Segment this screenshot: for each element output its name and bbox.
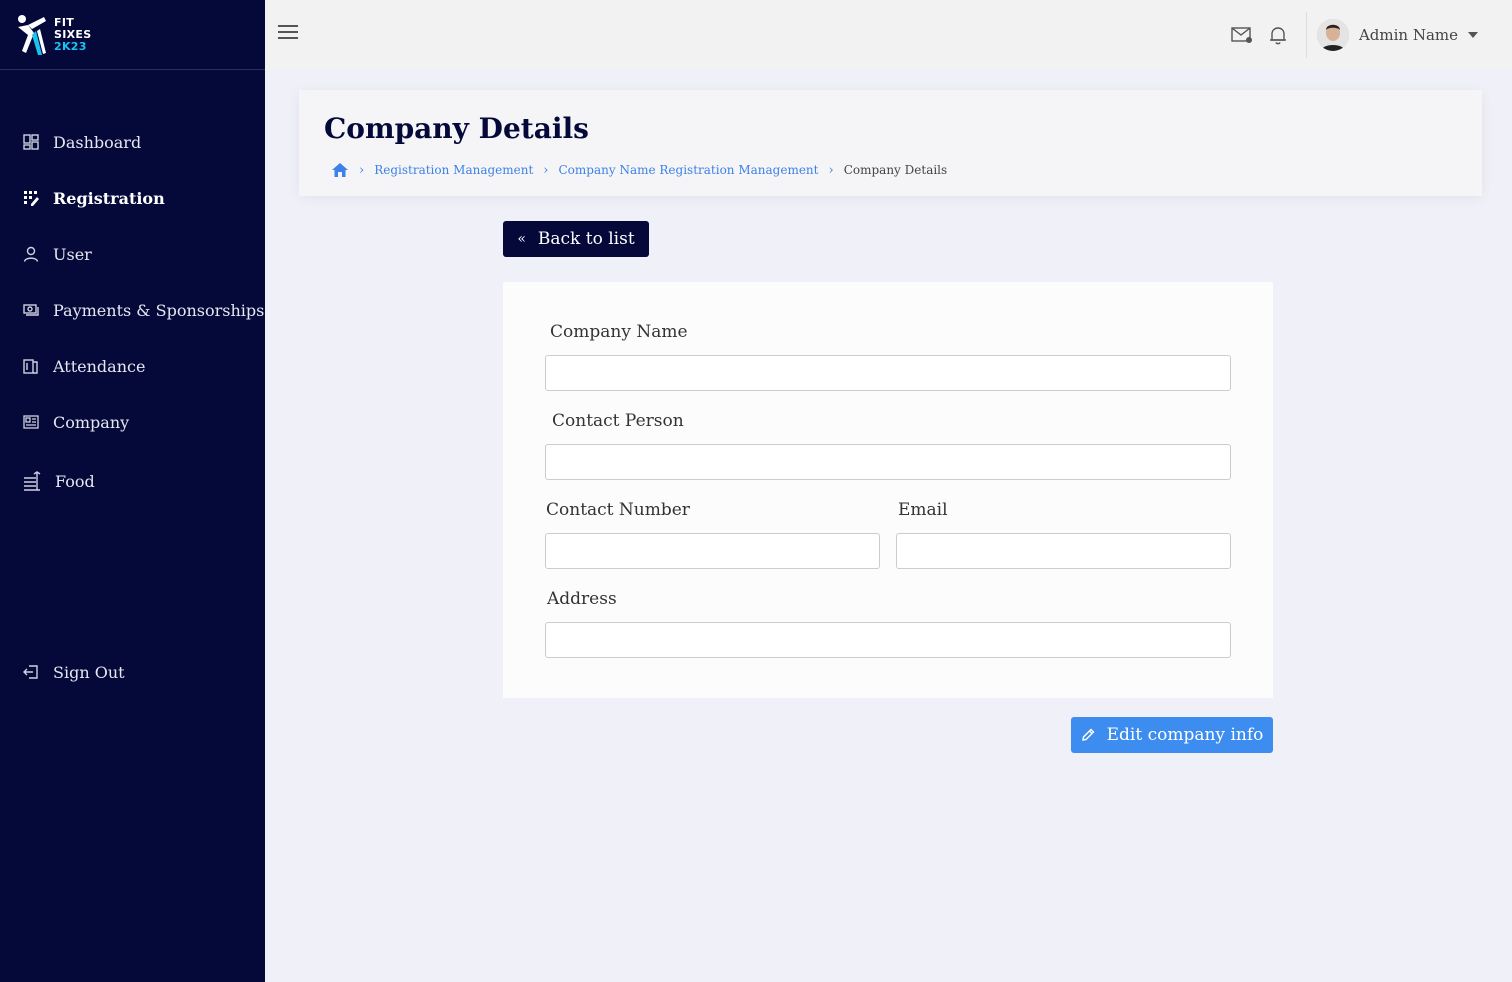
menu-toggle-icon[interactable] — [278, 25, 298, 41]
user-name[interactable]: Admin Name — [1359, 26, 1458, 44]
user-icon — [22, 245, 40, 263]
contact-number-label: Contact Number — [546, 500, 690, 520]
company-details-form: Company Name Contact Person Contact Numb… — [503, 282, 1273, 698]
sign-out-label: Sign Out — [53, 662, 125, 682]
page-title: Company Details — [324, 112, 589, 145]
top-bar-actions: Admin Name — [1230, 0, 1512, 70]
food-icon — [22, 470, 42, 492]
sidebar: FIT SIXES 2K23 Dashboard Registration Us… — [0, 0, 265, 982]
address-label: Address — [547, 589, 617, 609]
sidebar-item-user[interactable]: User — [0, 226, 265, 282]
chevron-down-icon[interactable] — [1468, 32, 1478, 38]
sidebar-item-label: Attendance — [53, 356, 146, 376]
breadcrumb-current: Company Details — [843, 163, 948, 177]
back-to-list-label: Back to list — [537, 229, 635, 249]
edit-company-info-button[interactable]: Edit company info — [1071, 717, 1273, 753]
brand-name: FIT SIXES 2K23 — [54, 15, 92, 53]
breadcrumb: › Registration Management › Company Name… — [331, 162, 947, 178]
sign-out-button[interactable]: Sign Out — [0, 644, 125, 700]
logo-icon — [14, 13, 52, 57]
avatar[interactable] — [1316, 19, 1349, 51]
contact-number-field[interactable] — [545, 533, 880, 569]
mail-icon[interactable] — [1230, 23, 1254, 47]
breadcrumb-separator-icon: › — [543, 162, 549, 178]
home-icon[interactable] — [331, 162, 349, 178]
payments-icon — [22, 301, 40, 319]
attendance-icon — [22, 357, 40, 375]
double-chevron-left-icon: « — [517, 231, 526, 247]
brand-line-2: SIXES — [54, 27, 92, 41]
sidebar-item-registration[interactable]: Registration — [0, 170, 265, 226]
sidebar-item-payments[interactable]: Payments & Sponsorships — [0, 282, 265, 338]
sidebar-item-label: Food — [55, 471, 95, 491]
sidebar-item-food[interactable]: Food — [0, 450, 265, 512]
breadcrumb-company-registration-management[interactable]: Company Name Registration Management — [559, 163, 819, 177]
sidebar-item-label: User — [53, 244, 92, 264]
bell-icon[interactable] — [1266, 23, 1290, 47]
sidebar-item-label: Payments & Sponsorships — [53, 300, 265, 320]
contact-person-field[interactable] — [545, 444, 1231, 480]
contact-person-label: Contact Person — [552, 411, 684, 431]
pencil-icon — [1081, 728, 1095, 742]
brand-line-1: FIT — [54, 15, 75, 29]
company-name-field[interactable] — [545, 355, 1231, 391]
breadcrumb-registration-management[interactable]: Registration Management — [374, 163, 533, 177]
sidebar-item-company[interactable]: Company — [0, 394, 265, 450]
company-name-label: Company Name — [550, 322, 688, 342]
email-label: Email — [898, 500, 948, 520]
sidebar-item-label: Registration — [53, 188, 165, 208]
brand-logo[interactable]: FIT SIXES 2K23 — [0, 0, 265, 70]
sidebar-item-label: Company — [53, 412, 130, 432]
sidebar-item-dashboard[interactable]: Dashboard — [0, 114, 265, 170]
sidebar-nav: Dashboard Registration User Payments & S… — [0, 114, 265, 512]
breadcrumb-separator-icon: › — [828, 162, 834, 178]
sidebar-item-label: Dashboard — [53, 132, 142, 152]
header-divider — [1305, 12, 1307, 58]
company-icon — [22, 413, 40, 431]
edit-company-info-label: Edit company info — [1106, 725, 1264, 745]
back-to-list-button[interactable]: « Back to list — [503, 221, 649, 257]
brand-line-3: 2K23 — [54, 39, 87, 53]
breadcrumb-separator-icon: › — [359, 162, 365, 178]
dashboard-icon — [22, 133, 40, 151]
address-field[interactable] — [545, 622, 1231, 658]
sidebar-item-attendance[interactable]: Attendance — [0, 338, 265, 394]
registration-icon — [22, 189, 40, 207]
page-header-card: Company Details › Registration Managemen… — [299, 90, 1482, 196]
top-bar: Admin Name — [265, 0, 1512, 70]
sign-out-icon — [22, 663, 40, 681]
email-field[interactable] — [896, 533, 1231, 569]
